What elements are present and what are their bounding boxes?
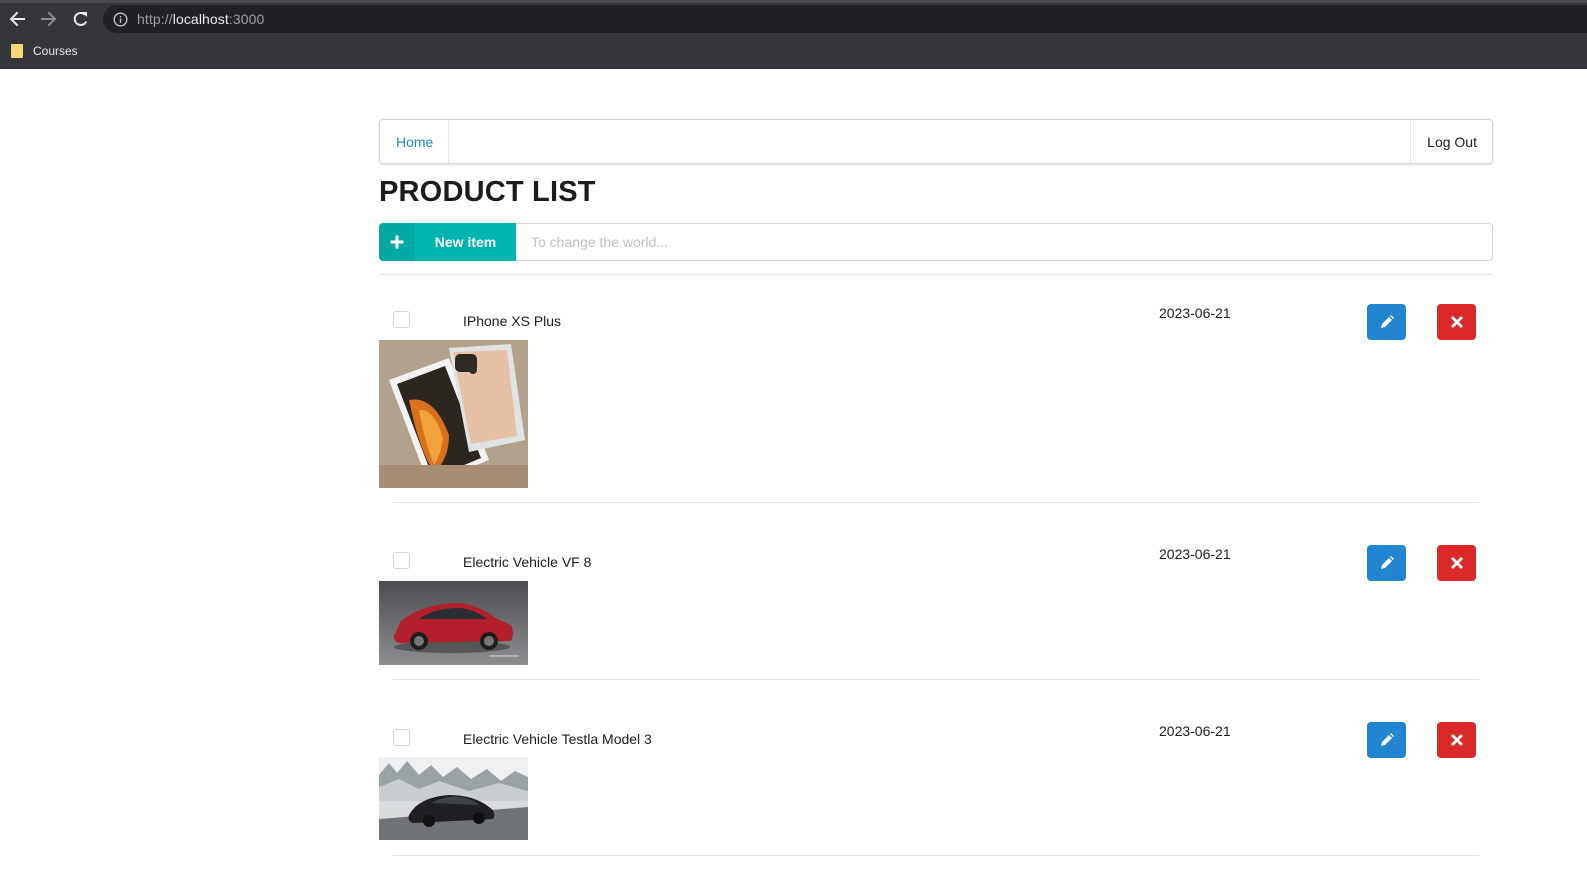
item-name: Electric Vehicle VF 8 [463, 554, 592, 570]
arrow-left-icon [9, 11, 25, 27]
product-image [379, 340, 528, 488]
list-divider [379, 274, 1493, 275]
menu-home-link[interactable]: Home [380, 120, 450, 163]
bookmarks-bar: Courses [0, 37, 78, 65]
edit-button[interactable] [1367, 304, 1406, 340]
bookmark-courses[interactable]: Courses [11, 44, 78, 58]
bookmark-label: Courses [33, 44, 78, 58]
item-checkbox[interactable] [393, 552, 410, 569]
arrow-right-icon [41, 11, 57, 27]
delete-button[interactable] [1437, 722, 1476, 758]
item-checkbox[interactable] [393, 311, 410, 328]
menu-spacer [449, 120, 1410, 163]
new-item-bar: New item [379, 223, 1493, 261]
url-text: http://localhost:3000 [137, 11, 264, 27]
delete-button[interactable] [1437, 304, 1476, 340]
delete-button[interactable] [1437, 545, 1476, 581]
item-divider [393, 855, 1479, 856]
new-item-button[interactable]: New item [379, 223, 516, 261]
logout-link[interactable]: Log Out [1410, 120, 1492, 163]
item-divider [393, 679, 1479, 680]
item-divider [393, 502, 1479, 503]
close-icon [1450, 734, 1463, 746]
new-item-label: New item [434, 234, 497, 250]
url-host: localhost [172, 11, 229, 27]
browser-chrome: http://localhost:3000 Courses [0, 0, 1587, 69]
address-bar[interactable]: http://localhost:3000 [103, 5, 1587, 33]
item-name: Electric Vehicle Testla Model 3 [463, 731, 652, 747]
url-port: :3000 [228, 11, 265, 27]
item-checkbox[interactable] [393, 729, 410, 746]
item-date: 2023-06-21 [1159, 305, 1231, 321]
edit-button[interactable] [1367, 722, 1406, 758]
info-icon[interactable] [112, 11, 128, 27]
pencil-icon [1380, 315, 1394, 328]
back-button[interactable] [6, 8, 28, 30]
close-icon [1450, 557, 1463, 569]
product-image [379, 757, 528, 840]
item-date: 2023-06-21 [1159, 723, 1231, 739]
reload-icon [73, 12, 88, 26]
plus-icon [379, 223, 415, 261]
new-item-input[interactable] [516, 223, 1493, 261]
tab-strip-edge [0, 0, 1587, 3]
url-scheme: http:// [137, 11, 173, 27]
folder-icon [11, 44, 23, 58]
top-menu: Home Log Out [379, 119, 1493, 164]
pencil-icon [1380, 556, 1394, 569]
forward-button[interactable] [38, 8, 60, 30]
edit-button[interactable] [1367, 545, 1406, 581]
reload-button[interactable] [70, 8, 92, 30]
close-icon [1450, 316, 1463, 328]
page-title: PRODUCT LIST [379, 176, 596, 208]
item-name: IPhone XS Plus [463, 313, 562, 329]
pencil-icon [1380, 733, 1394, 746]
item-date: 2023-06-21 [1159, 546, 1231, 562]
product-image [379, 581, 528, 665]
